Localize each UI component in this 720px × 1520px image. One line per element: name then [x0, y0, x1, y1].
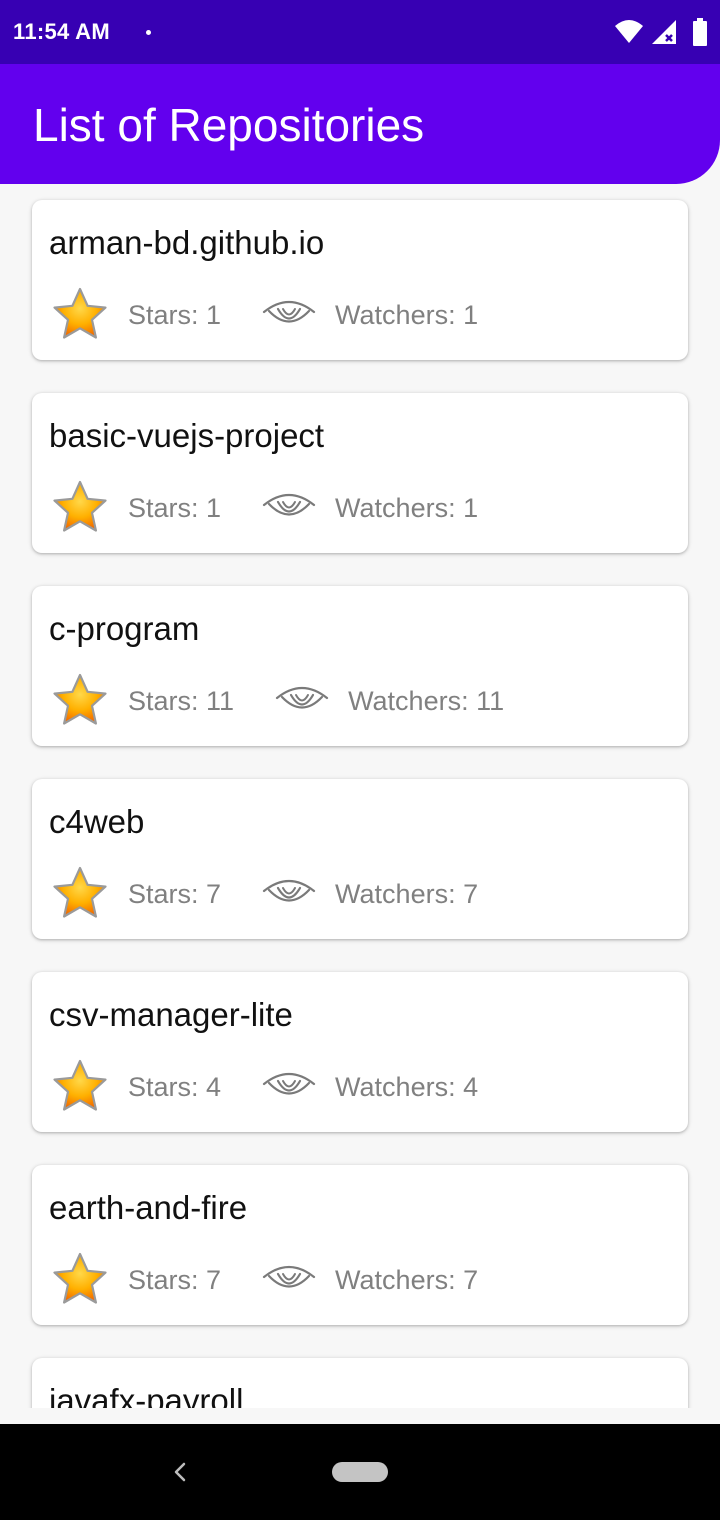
- repository-stats: Stars: 7 Watchers: 7: [52, 865, 672, 921]
- wifi-icon: [615, 20, 643, 43]
- eye-icon: [262, 1265, 316, 1288]
- watchers-count: Watchers: 4: [335, 1072, 479, 1102]
- watchers-count: Watchers: 11: [348, 686, 505, 716]
- repository-name: earth-and-fire: [49, 1189, 248, 1226]
- repository-card[interactable]: javafx-payroll: [32, 1358, 688, 1408]
- page-title: List of Repositories: [33, 99, 425, 151]
- repository-name: csv-manager-lite: [49, 996, 293, 1033]
- watchers-count: Watchers: 1: [335, 300, 479, 330]
- repository-card[interactable]: c-program Stars: 11 Watchers: 11: [32, 586, 688, 746]
- stars-count: Stars: 1: [128, 300, 222, 330]
- status-time: 11:54 AM: [13, 19, 110, 44]
- repository-card[interactable]: arman-bd.github.io Stars: 1 Watchers: 1: [32, 200, 688, 360]
- star-icon: [53, 1252, 107, 1304]
- eye-icon: [262, 879, 316, 902]
- stars-count: Stars: 7: [128, 1265, 222, 1295]
- repository-stats: Stars: 4 Watchers: 4: [52, 1058, 672, 1114]
- stars-count: Stars: 4: [128, 1072, 222, 1102]
- stars-count: Stars: 7: [128, 879, 222, 909]
- repository-stats: Stars: 1 Watchers: 1: [52, 479, 672, 535]
- star-icon: [53, 287, 107, 339]
- app-bar: List of Repositories: [0, 64, 720, 184]
- repository-stats: Stars: 7 Watchers: 7: [52, 1251, 672, 1307]
- repository-card[interactable]: c4web Stars: 7 Watchers: 7: [32, 779, 688, 939]
- star-icon: [53, 1059, 107, 1111]
- watchers-count: Watchers: 1: [335, 493, 479, 523]
- repository-stats: Stars: 11 Watchers: 11: [52, 672, 672, 728]
- back-icon[interactable]: [168, 1458, 192, 1486]
- watchers-count: Watchers: 7: [335, 1265, 479, 1295]
- status-bar: 11:54 AM: [0, 0, 720, 64]
- notification-dot-icon: [146, 30, 151, 35]
- eye-icon: [262, 493, 316, 516]
- repository-name: c4web: [49, 803, 145, 840]
- eye-icon: [262, 1072, 316, 1095]
- repository-stats: Stars: 1 Watchers: 1: [52, 286, 672, 342]
- eye-icon: [275, 686, 329, 709]
- star-icon: [53, 480, 107, 532]
- repository-name: c-program: [49, 610, 200, 647]
- stars-count: Stars: 11: [128, 686, 235, 716]
- repository-card[interactable]: earth-and-fire Stars: 7 Watchers: 7: [32, 1165, 688, 1325]
- repository-card[interactable]: csv-manager-lite Stars: 4 Watchers: 4: [32, 972, 688, 1132]
- star-icon: [53, 866, 107, 918]
- star-icon: [53, 673, 107, 725]
- repository-name: basic-vuejs-project: [49, 417, 325, 454]
- signal-icon: [652, 20, 676, 44]
- repository-list[interactable]: arman-bd.github.io Stars: 1 Watchers: 1 …: [0, 184, 720, 1408]
- home-button[interactable]: [332, 1462, 388, 1482]
- eye-icon: [262, 300, 316, 323]
- stars-count: Stars: 1: [128, 493, 222, 523]
- navigation-bar: [0, 1424, 720, 1520]
- repository-name: javafx-payroll: [49, 1382, 244, 1408]
- repository-card[interactable]: basic-vuejs-project Stars: 1 Watchers: 1: [32, 393, 688, 553]
- watchers-count: Watchers: 7: [335, 879, 479, 909]
- battery-icon: [693, 18, 707, 46]
- repository-name: arman-bd.github.io: [49, 224, 325, 261]
